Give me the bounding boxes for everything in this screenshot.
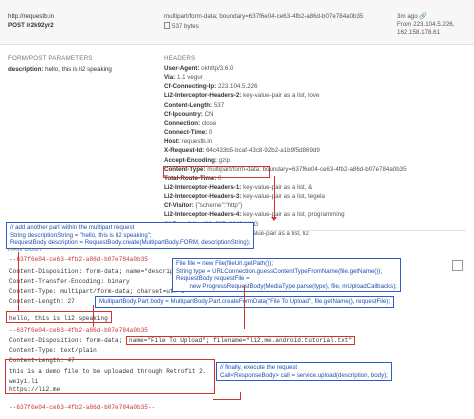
execute-code-note: // finally, execute the request Call<Res… <box>216 362 392 382</box>
request-host[interactable]: http://requestb.in <box>8 13 54 20</box>
header-row: Accept-Encoding: gzip <box>164 156 231 164</box>
file-content-highlight <box>5 359 215 394</box>
raw-body-line: Content-Type: text/plain <box>9 347 97 354</box>
file-code-note: File file = new File(fileUri.getPath());… <box>172 258 401 293</box>
form-params-heading: FORM/POST PARAMETERS <box>8 55 93 62</box>
connector-line <box>213 399 241 400</box>
header-row: X-Request-Id: 64c433b5-bcaf-43c8-92b2-a1… <box>164 147 320 155</box>
header-row: Li2-Interceptor-Headers-3: key-value-pai… <box>164 193 325 201</box>
header-row: User-Agent: okhttp/3.6.0 <box>164 65 234 72</box>
description-value-highlight <box>6 311 112 323</box>
header-row: Cf-Ipcountry: CN <box>164 110 214 118</box>
header-row: Via: 1.1 vegur <box>164 74 203 82</box>
headers-heading: HEADERS <box>164 55 196 62</box>
connector-line <box>244 285 245 329</box>
header-row: Connect-Time: 0 <box>164 129 213 137</box>
raw-body-line: --637f6e04-ce63-4fb2-a86d-b07e784a0b35 <box>9 327 148 334</box>
header-row: Cf-Visitor: {"scheme":"http"} <box>164 202 243 210</box>
raw-body-toggle[interactable] <box>452 260 463 271</box>
raw-body-line: --637f6e04-ce63-4fb2-a86d-b07e784a0b35 <box>9 256 148 263</box>
request-from: From 223.104.5.226, <box>397 21 455 28</box>
request-content-type: multipart/form-data; boundary=637f6e04-c… <box>164 13 364 20</box>
description-code-note: // add another part within the multipart… <box>6 222 255 249</box>
request-time: 3m ago 🔗 <box>397 13 428 20</box>
raw-body-line: Content-Type: multipart/form-data; chars… <box>9 288 185 295</box>
connector-line <box>18 252 19 311</box>
header-row: Host: requestb.in <box>164 138 213 146</box>
raw-body-line: Content-Disposition: form-data; name="de… <box>9 268 192 275</box>
raw-body-line: --637f6e04-ce63-4fb2-a86d-b07e784a0b35-- <box>9 404 156 411</box>
content-type-highlight <box>163 166 270 178</box>
request-method-path: POST /r2k92yr2 <box>8 22 54 29</box>
document-icon <box>164 22 170 29</box>
header-row: Connection: close <box>164 119 217 127</box>
header-row: Content-Length: 537 <box>164 101 225 109</box>
connector-line <box>93 305 94 327</box>
header-row: Cf-Connecting-Ip: 223.104.5.226 <box>164 83 258 91</box>
request-size: 537 bytes <box>164 22 199 30</box>
request-from-ip: 162.158.178.61 <box>397 29 441 36</box>
raw-body-line: Content-Transfer-Encoding: binary <box>9 278 130 285</box>
link-icon[interactable]: 🔗 <box>419 13 427 20</box>
connector-line <box>274 176 275 219</box>
raw-body-line: Content-Disposition: form-data; name="Fi… <box>9 336 356 345</box>
file-disposition-highlight: name="File To Upload"; filename="li2.me.… <box>126 336 356 345</box>
header-row: Li2-Interceptor-Headers-4: key-value-pai… <box>164 211 345 219</box>
header-row: Li2-Interceptor-Headers-1: key-value-pai… <box>164 183 313 191</box>
arrow-icon <box>271 217 277 221</box>
header-row: Li2-Interceptor-Headers-2: key-value-pai… <box>164 92 320 100</box>
form-param-description: description: hello, this is li2 speaking <box>8 66 112 73</box>
